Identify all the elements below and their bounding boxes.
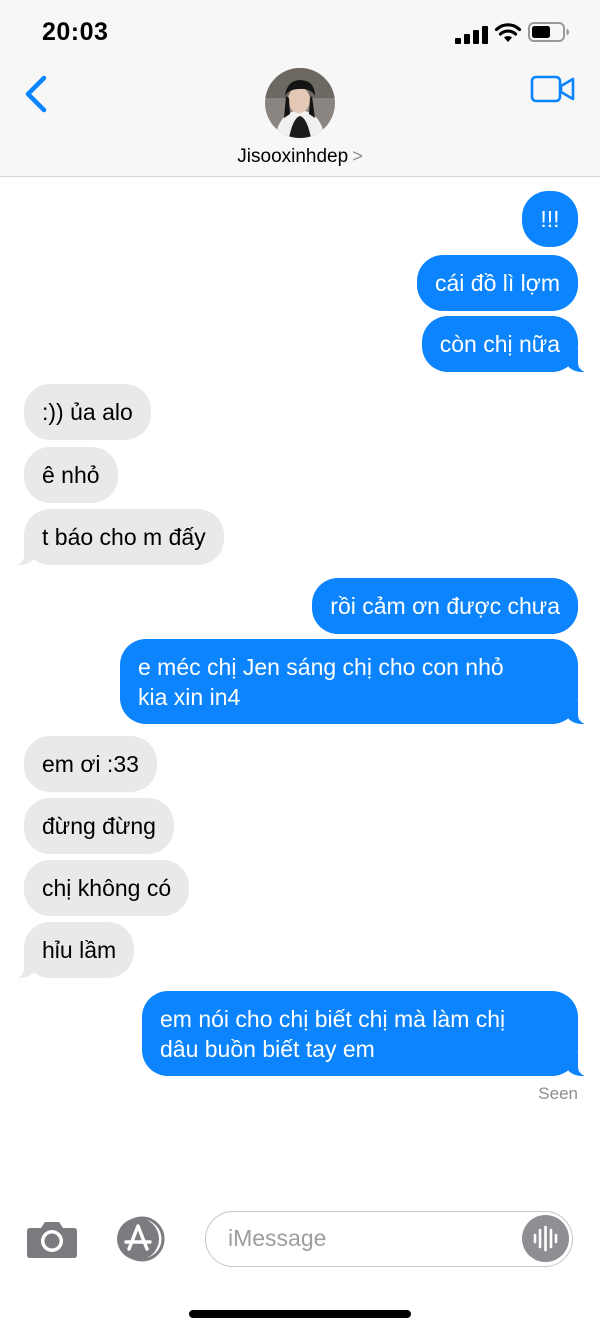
- message-bubble-incoming[interactable]: hỉu lầm: [9, 922, 135, 979]
- message-bubble-incoming[interactable]: t báo cho m đấy: [10, 509, 224, 566]
- message-bubble-outgoing[interactable]: e méc chị Jen sáng chị cho con nhỏ kia x…: [120, 639, 592, 725]
- message-text-line: dâu buồn biết tay em: [160, 1036, 375, 1062]
- back-chevron-icon[interactable]: [20, 74, 54, 114]
- contact-chevron: >: [352, 146, 363, 166]
- message-bubble-outgoing[interactable]: rồi cảm ơn được chưa: [312, 578, 578, 634]
- battery-icon: [528, 22, 569, 42]
- status-time: 20:03: [42, 18, 109, 46]
- message-bubble-outgoing[interactable]: !!!: [522, 191, 578, 247]
- message-text: còn chị nữa: [439, 331, 560, 357]
- message-text-line: kia xin in4: [138, 684, 241, 710]
- status-bar: 20:03: [0, 0, 600, 62]
- read-receipt: Seen: [538, 1084, 578, 1103]
- message-bubble-incoming[interactable]: đừng đừng: [24, 798, 174, 854]
- audio-waveform-glyph: [533, 1225, 558, 1252]
- message-bubble-incoming[interactable]: em ơi :33: [24, 736, 157, 792]
- video-camera-icon[interactable]: [530, 74, 576, 104]
- contact-name: Jisooxinhdep: [237, 146, 349, 167]
- contact-avatar[interactable]: [265, 68, 335, 138]
- message-text: chị không có: [42, 875, 172, 901]
- message-text: ê nhỏ: [42, 462, 100, 488]
- message-bubble-incoming[interactable]: :)) ủa alo: [24, 384, 151, 440]
- message-text: !!!: [540, 206, 560, 232]
- message-bubble-incoming[interactable]: chị không có: [24, 860, 190, 916]
- home-indicator[interactable]: [189, 1310, 411, 1318]
- message-bubble-outgoing[interactable]: còn chị nữa: [421, 316, 593, 373]
- wifi-icon: [494, 23, 522, 42]
- signal-icon: [455, 26, 488, 44]
- message-text: cái đồ lì lợm: [434, 270, 560, 296]
- message-bubble-incoming[interactable]: ê nhỏ: [24, 447, 118, 503]
- camera-icon[interactable]: [26, 1219, 78, 1259]
- conversation-header: Jisooxinhdep >: [0, 62, 600, 177]
- avatar-photo: [265, 68, 335, 138]
- message-bubble-outgoing[interactable]: em nói cho chị biết chị mà làm chị dâu b…: [142, 991, 592, 1077]
- message-text: t báo cho m đấy: [42, 524, 206, 550]
- app-store-icon[interactable]: [112, 1216, 170, 1262]
- audio-waveform-icon[interactable]: [522, 1215, 569, 1262]
- message-input[interactable]: iMessage: [205, 1211, 573, 1267]
- message-text: hỉu lầm: [42, 937, 117, 963]
- contact-name-row[interactable]: Jisooxinhdep >: [0, 146, 600, 168]
- message-text: :)) ủa alo: [42, 399, 133, 425]
- message-bubble-outgoing[interactable]: cái đồ lì lợm: [416, 255, 578, 311]
- message-text-line: e méc chị Jen sáng chị cho con nhỏ: [138, 654, 504, 680]
- message-text-line: em nói cho chị biết chị mà làm chị: [160, 1006, 506, 1032]
- message-text: rồi cảm ơn được chưa: [330, 593, 560, 619]
- message-input-placeholder: iMessage: [228, 1225, 327, 1251]
- message-text: đừng đừng: [42, 813, 156, 839]
- message-text: em ơi :33: [42, 751, 139, 777]
